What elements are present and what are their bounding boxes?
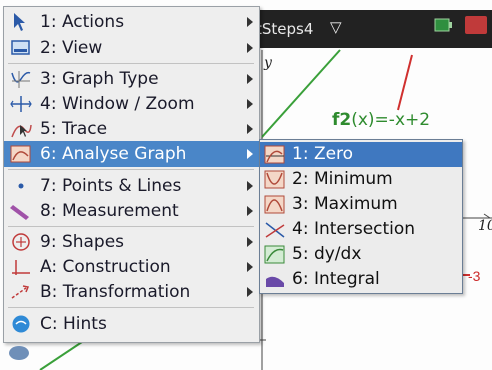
menu-item-shapes[interactable]: 9: Shapes [4, 229, 259, 255]
dy-dx-icon [264, 245, 285, 264]
menu-item-label: 8: Measurement [40, 201, 179, 221]
submenu-item-maximum[interactable]: 3: Maximum [260, 192, 462, 217]
submenu-arrow-icon [247, 99, 253, 109]
menu-item-transformation[interactable]: B: Transformation [4, 279, 259, 305]
menu-item-label: 5: Trace [40, 119, 108, 139]
menu-item-label: 6: Analyse Graph [40, 144, 187, 164]
menu-item-measurement[interactable]: 8: Measurement [4, 198, 259, 224]
integral-icon [266, 276, 284, 287]
submenu-item-label: 4: Intersection [292, 219, 416, 239]
submenu-item-label: 5: dy/dx [292, 244, 362, 264]
submenu-arrow-icon [247, 124, 253, 134]
function-name: f2 [332, 110, 352, 130]
intersection-icon [265, 222, 285, 238]
submenu-item-label: 3: Maximum [292, 194, 398, 214]
menu-item-analyse-graph[interactable]: 6: Analyse Graph [4, 141, 259, 167]
submenu-arrow-icon [247, 43, 253, 53]
submenu-arrow-icon [247, 287, 253, 297]
submenu-item-minimum[interactable]: 2: Minimum [260, 167, 462, 192]
y-axis-label: y [264, 55, 272, 71]
menu-item-trace[interactable]: 5: Trace [4, 116, 259, 142]
battery-icon [434, 18, 452, 32]
menu-item-label: 3: Graph Type [40, 69, 159, 89]
close-document-icon[interactable] [465, 16, 487, 34]
analyse-graph-icon [10, 145, 31, 163]
transformation-icon [11, 285, 30, 299]
menu-item-label: 4: Window / Zoom [40, 94, 195, 114]
construction-icon [12, 260, 30, 275]
function-label[interactable]: f2(x)=-x+2 [332, 110, 430, 130]
submenu-item-intersection[interactable]: 4: Intersection [260, 217, 462, 242]
scratchpad-icon[interactable] [8, 345, 30, 361]
minimum-icon [264, 170, 285, 189]
menu-item-window-zoom[interactable]: 4: Window / Zoom [4, 91, 259, 117]
submenu-arrow-icon [247, 149, 253, 159]
submenu-item-integral[interactable]: 6: Integral [260, 267, 462, 292]
trace-icon [11, 124, 32, 138]
actions-cursor-icon [14, 13, 25, 31]
menu-item-view[interactable]: 2: View [4, 35, 259, 61]
graphs-app-screen: y f2(x)=-x+2 10 -3 -6.67 tSteps4 ▽ 1: Ac… [0, 0, 492, 370]
menu-item-hints[interactable]: C: Hints [4, 311, 259, 337]
submenu-arrow-icon [247, 262, 253, 272]
submenu-arrow-icon [247, 181, 253, 191]
function-expression: (x)=-x+2 [351, 110, 431, 130]
window-zoom-icon [10, 96, 32, 112]
main-menu: 1: Actions 2: View 3: Graph Type 4: Wind… [3, 6, 260, 343]
menu-separator [8, 63, 254, 64]
submenu-item-zero[interactable]: 1: Zero [260, 142, 462, 167]
menu-item-label: A: Construction [40, 257, 171, 277]
submenu-item-dy-dx[interactable]: 5: dy/dx [260, 242, 462, 267]
menu-item-label: C: Hints [40, 314, 107, 334]
submenu-item-label: 1: Zero [292, 144, 354, 164]
graph-type-icon [11, 71, 31, 88]
hints-icon [12, 315, 30, 333]
submenu-item-label: 2: Minimum [292, 169, 393, 189]
menu-item-label: 2: View [40, 38, 103, 58]
red-line-graph [397, 54, 413, 111]
menu-item-actions[interactable]: 1: Actions [4, 9, 259, 35]
menu-item-label: 1: Actions [40, 12, 125, 32]
menu-separator [8, 169, 254, 170]
analyse-graph-submenu: 1: Zero 2: Minimum 3: Maximum 4: Interse… [259, 139, 463, 294]
points-lines-icon [18, 183, 24, 189]
zero-icon [264, 145, 285, 164]
shapes-icon [12, 233, 30, 251]
menu-separator [8, 226, 254, 227]
menu-item-graph-type[interactable]: 3: Graph Type [4, 66, 259, 92]
tab-chevron-down-icon[interactable]: ▽ [330, 18, 342, 36]
menu-item-label: B: Transformation [40, 282, 191, 302]
submenu-arrow-icon [247, 17, 253, 27]
measurement-icon [10, 205, 29, 220]
submenu-arrow-icon [247, 206, 253, 216]
maximum-icon [264, 195, 285, 214]
y-value-label: -3 [468, 268, 481, 284]
menu-item-label: 7: Points & Lines [40, 176, 182, 196]
green-line-graph [261, 49, 341, 138]
document-tab-title[interactable]: tSteps4 [256, 20, 313, 38]
menu-item-label: 9: Shapes [40, 232, 125, 252]
menu-item-points-lines[interactable]: 7: Points & Lines [4, 173, 259, 199]
menu-separator [8, 307, 254, 308]
x-axis-max-label: 10 [478, 218, 492, 234]
menu-item-construction[interactable]: A: Construction [4, 254, 259, 280]
submenu-arrow-icon [247, 74, 253, 84]
submenu-arrow-icon [247, 237, 253, 247]
submenu-item-label: 6: Integral [292, 269, 380, 289]
view-icon [11, 40, 30, 55]
